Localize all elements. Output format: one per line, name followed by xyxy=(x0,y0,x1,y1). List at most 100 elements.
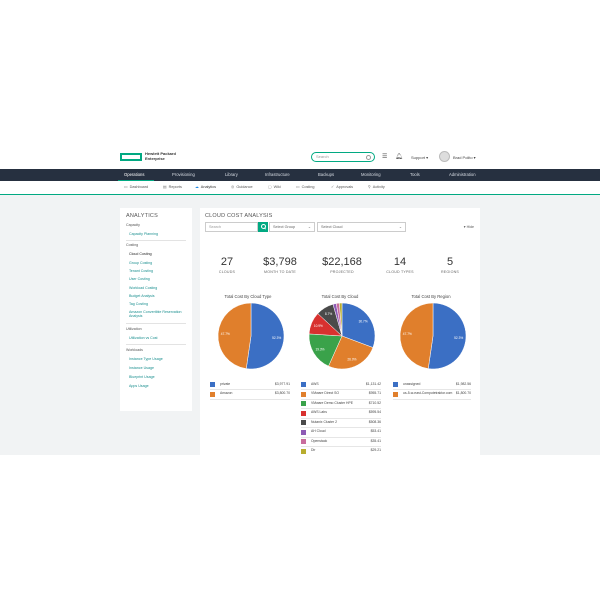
page-title: CLOUD COST ANALYSIS xyxy=(205,213,273,219)
sidebar-heading-capacity: Capacity xyxy=(126,223,140,227)
subnav-approvals[interactable]: ✓ Approvals xyxy=(331,181,353,193)
support-menu[interactable]: Support ▾ xyxy=(411,155,428,160)
sidebar-item-tag-costing[interactable]: Tag Costing xyxy=(129,302,148,306)
pie-chart-cloud-type: 52.3% 47.7% xyxy=(217,302,285,370)
activity-icon: ⚲ xyxy=(368,185,371,189)
legend-divider xyxy=(210,389,290,390)
subnav-analytics[interactable]: ☁ Analytics xyxy=(195,181,216,193)
nav-provisioning[interactable]: Provisioning xyxy=(172,169,195,181)
subnav-wiki[interactable]: ▢ Wiki xyxy=(268,181,281,193)
stat-projected: $22,168 PROJECTED xyxy=(316,256,368,274)
subnav-guidance[interactable]: ◎ Guidance xyxy=(231,181,253,193)
sidebar-item-group-costing[interactable]: Group Costing xyxy=(129,261,152,265)
sidebar-item-workload-costing[interactable]: Workload Costing xyxy=(129,286,157,290)
sub-nav: ▭ Dashboard ▤ Reports ☁ Analytics ◎ Guidance… xyxy=(0,181,600,195)
sidebar-item-instance-type-usage[interactable]: Instance Type Usage xyxy=(129,357,163,361)
filter-search-button[interactable] xyxy=(258,222,268,232)
dashboard-icon: ▭ xyxy=(124,185,128,189)
logo-line-2: Enterprise xyxy=(145,155,165,161)
legend-swatch xyxy=(301,448,306,454)
legend-value: $1,131.42 xyxy=(365,381,381,386)
costing-icon: ▭ xyxy=(296,185,300,189)
stat-label: PROJECTED xyxy=(330,270,354,274)
legend-value: $29.21 xyxy=(370,448,381,453)
sidebar-divider xyxy=(126,344,186,345)
subnav-activity[interactable]: ⚲ Activity xyxy=(368,181,385,193)
legend-row: us-5-w-east-Computetraktor.com $1,800.70 xyxy=(393,391,471,398)
hpe-logo[interactable]: Hewlett Packard Enterprise xyxy=(120,151,176,161)
pie-label-by_region-1: 47.7% xyxy=(403,332,412,336)
search-icon xyxy=(366,154,371,160)
analytics-icon: ☁ xyxy=(195,185,199,189)
subnav-dashboard[interactable]: ▭ Dashboard xyxy=(124,181,148,193)
sidebar-item-user-costing[interactable]: User Costing xyxy=(129,277,150,281)
legend-value: $35.41 xyxy=(370,438,381,443)
legend-swatch xyxy=(393,391,398,397)
hide-toggle[interactable]: ▾ Hide xyxy=(464,225,474,229)
nav-infrastructure[interactable]: Infrastructure xyxy=(265,169,290,181)
user-menu[interactable]: Brad Polito ▾ xyxy=(453,155,476,160)
sidebar-title: ANALYTICS xyxy=(126,213,158,219)
legend-divider xyxy=(301,427,381,428)
group-select[interactable]: Select Group ⌄ xyxy=(269,222,315,232)
sidebar-divider xyxy=(126,323,186,324)
sidebar-item-utilization-vs-cost[interactable]: Utilization vs Cost xyxy=(129,336,158,340)
sidebar-item-capacity-planning[interactable]: Capacity Planning xyxy=(129,232,158,236)
legend-swatch xyxy=(301,420,306,425)
sidebar-item-tenant-costing[interactable]: Tenant Costing xyxy=(129,269,153,273)
pie-label-by_cloud-1: 26.0% xyxy=(347,358,356,362)
bell-icon[interactable]: 🔔︎ xyxy=(395,154,403,160)
legend-row: AH Cloud $53.41 xyxy=(301,429,381,436)
sidebar-item-apps-usage[interactable]: Apps Usage xyxy=(129,384,149,388)
pie-chart-region: 52.3% 47.7% xyxy=(399,302,467,370)
stat-clouds: 27 CLOUDS xyxy=(201,256,253,274)
avatar[interactable] xyxy=(439,151,450,162)
legend-row: Dir $29.21 xyxy=(301,448,381,455)
legend-divider xyxy=(301,398,381,399)
legend-swatch xyxy=(301,401,306,406)
nav-tools[interactable]: Tools xyxy=(410,169,420,181)
analytics-sidebar: ANALYTICS Capacity Capacity Planning Cos… xyxy=(120,208,192,411)
legend-row: AWS Labs $595.54 xyxy=(301,410,381,417)
pie-label-by_cloud_type-1: 47.7% xyxy=(221,332,230,336)
subnav-costing[interactable]: ▭ Costing xyxy=(296,181,314,193)
sidebar-heading-workloads: Workloads xyxy=(126,348,143,352)
hpe-logo-mark xyxy=(120,152,142,161)
legend-divider xyxy=(393,389,471,390)
legend-divider xyxy=(210,398,290,399)
legend-divider xyxy=(393,398,471,399)
cloud-select[interactable]: Select Cloud ⌄ xyxy=(317,222,406,232)
sidebar-item-instance-usage[interactable]: Instance Usage xyxy=(129,366,154,370)
subnav-reports[interactable]: ▤ Reports xyxy=(163,181,182,193)
chevron-down-icon: ⌄ xyxy=(398,225,402,229)
legend-name: us-5-w-east-Computetraktor.com xyxy=(403,391,453,396)
legend-value: $508.36 xyxy=(368,419,381,424)
nav-monitoring[interactable]: Monitoring xyxy=(361,169,381,181)
list-icon[interactable]: ☰ xyxy=(382,154,387,160)
reports-icon: ▤ xyxy=(163,185,167,189)
legend-value: $53.41 xyxy=(370,429,381,434)
legend-row: Openstack $35.41 xyxy=(301,438,381,445)
legend-swatch xyxy=(301,410,306,416)
legend-name: unassigned xyxy=(403,381,421,386)
legend-swatch xyxy=(210,382,215,387)
legend-value: $1,800.70 xyxy=(455,391,471,396)
stat-regions: 5 REGIONS xyxy=(424,256,476,274)
stat-value: $3,798 xyxy=(263,256,297,268)
stat-value: 5 xyxy=(446,256,454,268)
nav-backups[interactable]: Backups xyxy=(318,169,334,181)
nav-library[interactable]: Library xyxy=(225,169,238,181)
sidebar-item-cloud-costing[interactable]: Cloud Costing xyxy=(129,252,152,256)
sidebar-item-amazon-convertible[interactable]: Amazon Convertible Reservation Analysis xyxy=(129,310,185,318)
legend-row: private $3,977.91 xyxy=(210,381,290,388)
sidebar-item-blueprint-usage[interactable]: Blueprint Usage xyxy=(129,375,155,379)
legend-name: Dir xyxy=(311,448,316,453)
chart-title-cloud-type: Total Cost By Cloud Type xyxy=(224,294,272,299)
sidebar-item-budget-analysis[interactable]: Budget Analysis xyxy=(129,294,155,298)
legend-swatch xyxy=(301,439,306,444)
legend-value: $3,800.70 xyxy=(274,391,290,396)
nav-administration[interactable]: Administration xyxy=(449,169,476,181)
global-search-input[interactable]: Search xyxy=(311,152,375,162)
pie-label-by_cloud-0: 30.7% xyxy=(359,319,368,323)
filter-search-input[interactable]: Search xyxy=(205,222,258,232)
